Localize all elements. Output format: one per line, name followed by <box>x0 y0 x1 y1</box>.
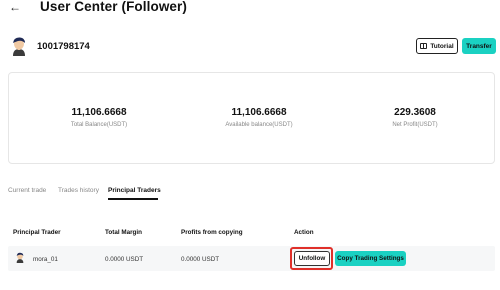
table-row <box>8 246 495 271</box>
tutorial-button[interactable]: Tutorial <box>416 38 458 54</box>
trader-avatar-icon <box>16 252 24 263</box>
tab-current-trade[interactable]: Current trade <box>8 187 46 194</box>
trader-name: mora_01 <box>33 256 58 263</box>
user-avatar-icon <box>13 37 25 56</box>
available-balance-label: Available balance(USDT) <box>225 122 293 128</box>
available-balance-value: 11,106.6668 <box>231 107 287 118</box>
back-arrow-icon[interactable]: ← <box>9 0 21 14</box>
tutorial-label: Tutorial <box>430 42 454 50</box>
user-id: 1001798174 <box>37 41 90 52</box>
page-title: User Center (Follower) <box>40 0 187 14</box>
net-profit-stat: 229.3608 Net Profit(USDT) <box>379 107 451 128</box>
tab-principal-traders[interactable]: Principal Traders <box>108 187 161 194</box>
net-profit-value: 229.3608 <box>394 107 436 118</box>
balance-summary-card: 11,106.6668 Total Balance(USDT) 11,106.6… <box>8 72 495 164</box>
copy-trading-settings-button[interactable]: Copy Trading Settings <box>335 251 406 266</box>
total-balance-label: Total Balance(USDT) <box>70 122 128 128</box>
total-balance-stat: 11,106.6668 Total Balance(USDT) <box>59 107 139 128</box>
book-icon <box>420 43 428 49</box>
total-margin-value: 0.0000 USDT <box>105 256 144 263</box>
active-tab-indicator <box>108 198 158 200</box>
transfer-button[interactable]: Transfer <box>462 38 496 54</box>
column-header-profits: Profits from copying <box>181 229 243 236</box>
column-header-action: Action <box>294 229 314 236</box>
column-header-total-margin: Total Margin <box>105 229 142 236</box>
available-balance-stat: 11,106.6668 Available balance(USDT) <box>209 107 309 128</box>
unfollow-highlight-box <box>290 247 333 270</box>
net-profit-label: Net Profit(USDT) <box>392 122 438 128</box>
tab-trades-history[interactable]: Trades history <box>58 187 99 194</box>
tab-bar: Current trade Trades history Principal T… <box>0 183 500 205</box>
profits-value: 0.0000 USDT <box>181 256 220 263</box>
total-balance-value: 11,106.6668 <box>71 107 127 118</box>
column-header-principal-trader: Principal Trader <box>13 229 61 236</box>
